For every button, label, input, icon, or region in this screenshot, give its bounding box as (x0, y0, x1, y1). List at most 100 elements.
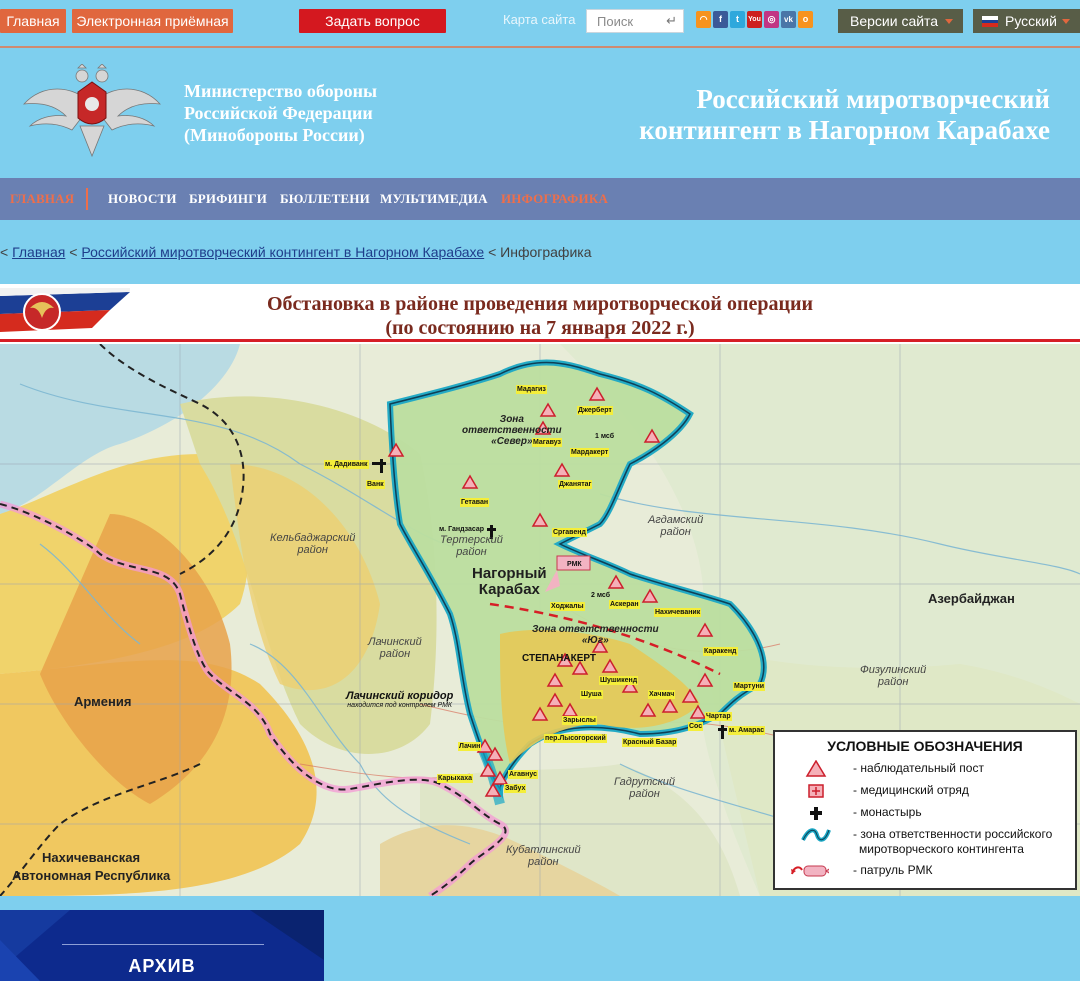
place-label: Хачмач (648, 690, 676, 699)
e-reception-link[interactable]: Электронная приёмная (72, 9, 233, 33)
ministry-line-2: Российской Федерации (184, 103, 373, 123)
map-label-agdam-2: район (660, 526, 691, 538)
site-versions-label: Версии сайта (850, 13, 939, 29)
site-title-line-2: контингент в Нагорном Карабахе (639, 115, 1050, 145)
infographic-header: Обстановка в районе проведения миротворч… (0, 284, 1080, 344)
ask-question-button[interactable]: Задать вопрос (299, 9, 446, 33)
observation-post-icon (805, 760, 827, 777)
sitemap-link[interactable]: Карта сайта (503, 12, 575, 27)
rss-icon[interactable]: ◠ (696, 11, 711, 28)
map-label-stepanakert: СТЕПАНАКЕРТ (522, 653, 597, 664)
map-label-kelbajar-2: район (297, 544, 328, 556)
map-label-fizuli: Физулинский район (860, 664, 926, 688)
map-label-nk-2: Карабах (478, 581, 540, 598)
archive-label: АРХИВ (128, 956, 196, 976)
chevron-down-icon (1062, 19, 1070, 24)
site-title-line-1: Российский миротворческий (696, 84, 1050, 114)
place-label: Шушикенд (599, 676, 639, 685)
nav-item-news[interactable]: НОВОСТИ (108, 191, 177, 207)
place-label: Мардакерт (570, 448, 610, 457)
legend-zone-line-1: - зона ответственности российского (853, 827, 1053, 841)
place-label: Нахичеваник (654, 608, 702, 617)
map-label-nakhichevan-1: Нахичеванская (42, 850, 141, 865)
place-label: Чартар (705, 712, 732, 721)
map-label-agdam-1: Агдамский (648, 514, 704, 526)
map-label-gadrut-1: Гадрутский (614, 776, 676, 788)
map-label-kubatli-2: район (528, 856, 559, 868)
place-label: Ходжалы (550, 602, 585, 611)
legend-text: - зона ответственности российского миротв… (853, 827, 1052, 857)
nav-item-multimedia[interactable]: МУЛЬТИМЕДИА (380, 191, 488, 207)
site-versions-dropdown[interactable]: Версии сайта (838, 9, 963, 33)
nav-item-infographics[interactable]: ИНФОГРАФИКА (501, 191, 608, 207)
map-label-zone-north-2: ответственности (462, 425, 562, 436)
nav-separator (86, 188, 88, 210)
lachin-corridor-title: Лачинский коридор (346, 690, 454, 702)
monastery-icon (810, 807, 822, 820)
breadcrumb: < Главная < Российский миротворческий ко… (0, 244, 592, 260)
place-label: Лачин (458, 742, 482, 751)
vk-icon[interactable]: vk (781, 11, 796, 28)
social-links: ◠ f t You ◎ vk o (696, 11, 813, 29)
place-label: Мадагиз (516, 385, 547, 394)
patrol-icon (791, 865, 829, 877)
map-label-kubatli: Кубатлинский район (506, 844, 581, 868)
breadcrumb-section-link[interactable]: Российский миротворческий контингент в Н… (81, 244, 484, 260)
map-label-nakhichevan-2: Автономная Республика (12, 868, 171, 883)
map-label-terter-2: район (456, 546, 487, 558)
breadcrumb-separator: < (488, 244, 497, 260)
search-input[interactable]: Поиск ↵ (586, 9, 684, 33)
youtube-icon[interactable]: You (747, 11, 762, 28)
facebook-icon[interactable]: f (713, 11, 728, 28)
place-label: Магавуз (532, 438, 563, 447)
map-label-zone-south-2: «Юг» (581, 635, 609, 646)
map-label-gadrut: Гадрутский район (614, 776, 675, 800)
place-label: Джерберт (577, 406, 613, 415)
place-label: Шуша (580, 690, 603, 699)
place-label: Агавнус (508, 770, 539, 779)
map-label-armenia: Армения (74, 694, 132, 709)
map-label-nk-1: Нагорный (472, 565, 547, 582)
place-label: Мартуни (733, 682, 766, 691)
map-label-zone-north-1: Зона (499, 414, 524, 425)
archive-banner[interactable]: АРХИВ (0, 910, 324, 981)
map-legend: УСЛОВНЫЕ ОБОЗНАЧЕНИЯ - наблюдательный по… (773, 730, 1077, 890)
odnoklassniki-icon[interactable]: o (798, 11, 813, 28)
enter-icon[interactable]: ↵ (666, 13, 677, 29)
map-label-zone-south-1: Зона ответственности (532, 624, 659, 635)
map-label-fizuli-2: район (877, 676, 909, 688)
place-label: РМК (567, 561, 582, 568)
breadcrumb-current: Инфографика (500, 244, 592, 260)
place-label: 2 мсб (591, 592, 611, 599)
infographic-title-line-2: (по состоянию на 7 января 2022 г.) (385, 317, 695, 339)
place-label: пер.Лысогорский (544, 734, 607, 743)
twitter-icon[interactable]: t (730, 11, 745, 28)
instagram-icon[interactable]: ◎ (764, 11, 779, 28)
nav-item-bulletins[interactable]: БЮЛЛЕТЕНИ (280, 191, 370, 207)
map-label-kubatli-1: Кубатлинский (506, 844, 581, 856)
ministry-line-3: (Минобороны России) (184, 125, 365, 145)
breadcrumb-home-link[interactable]: Главная (12, 244, 65, 260)
legend-zone-line-2: миротворческого контингента (859, 842, 1024, 856)
nav-item-briefings[interactable]: БРИФИНГИ (189, 191, 267, 207)
language-dropdown[interactable]: Русский (973, 9, 1080, 33)
map-label-zone-south: Зона ответственности «Юг» (532, 624, 659, 646)
infographic-map[interactable]: Обстановка в районе проведения миротворч… (0, 284, 1080, 896)
map-label-azerbaijan: Азербайджан (928, 591, 1015, 606)
map-label-gadrut-2: район (629, 788, 660, 800)
language-label: Русский (1005, 13, 1057, 29)
ministry-emblem-icon[interactable] (22, 64, 162, 160)
lachin-corridor-note: находится под контролем РМК (347, 702, 453, 709)
place-label: м. Гандзасар (439, 526, 485, 533)
place-label: м. Амарас (728, 726, 766, 735)
map-label-fizuli-1: Физулинский (860, 664, 927, 676)
place-label: м. Дадиванк (324, 460, 369, 469)
place-label: Джанятаг (558, 480, 593, 489)
place-label: Сргавенд (552, 528, 587, 537)
home-link[interactable]: Главная (0, 9, 66, 33)
nav-item-home[interactable]: ГЛАВНАЯ (10, 191, 74, 207)
place-label: Аскеран (609, 600, 640, 609)
map-label-zone-north-3: «Север» (491, 436, 533, 447)
legend-text: - наблюдательный пост (853, 761, 984, 775)
ministry-name[interactable]: Министерство обороны Российской Федераци… (184, 80, 377, 146)
